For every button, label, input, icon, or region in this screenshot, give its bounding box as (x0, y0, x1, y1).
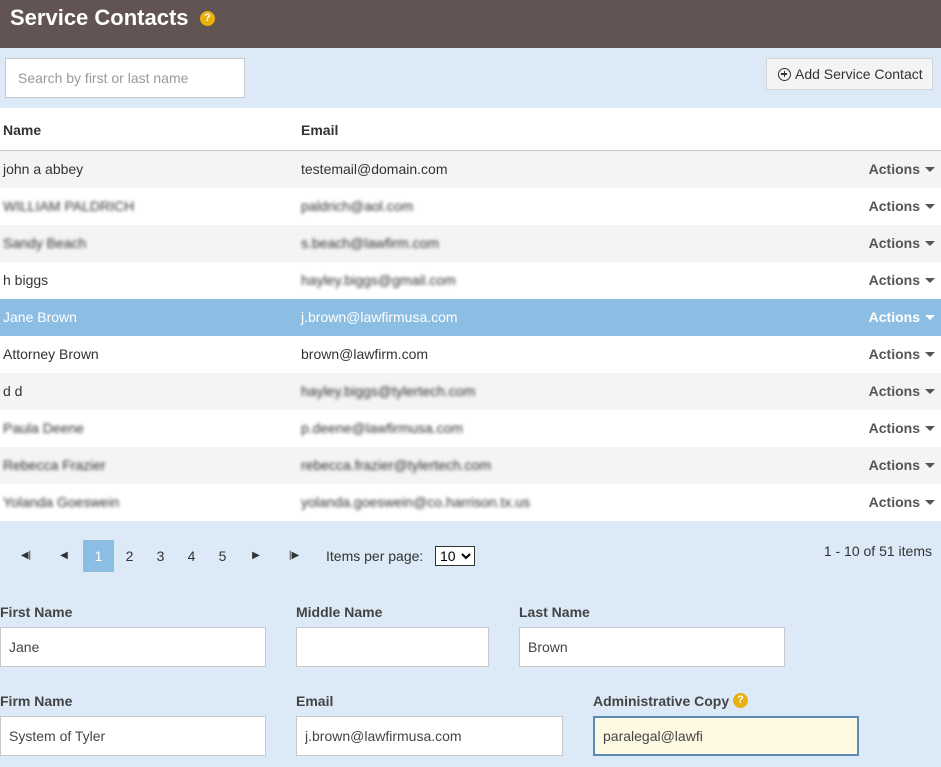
contacts-table: Name Email john a abbey testemail@domain… (0, 108, 941, 521)
actions-dropdown[interactable]: Actions (869, 457, 935, 473)
contact-email: j.brown@lawfirmusa.com (301, 309, 458, 325)
contact-email: p.deene@lawfirmusa.com (301, 420, 464, 436)
table-row[interactable]: Attorney Brown brown@lawfirm.com Actions (0, 336, 941, 373)
actions-dropdown[interactable]: Actions (869, 420, 935, 436)
firm-name-label: Firm Name (0, 693, 73, 709)
page-button-3[interactable]: 3 (145, 540, 176, 572)
contact-name: d d (3, 383, 23, 399)
actions-label: Actions (868, 383, 920, 399)
page-button-1[interactable]: 1 (83, 540, 114, 572)
actions-label: Actions (868, 272, 920, 288)
first-name-field[interactable] (0, 627, 266, 667)
help-icon[interactable]: ? (200, 11, 215, 26)
first-page-icon[interactable]: ◀​| (12, 540, 40, 572)
table-row[interactable]: Paula Deene p.deene@lawfirmusa.com Actio… (0, 410, 941, 447)
actions-label: Actions (868, 420, 920, 436)
table-row[interactable]: Sandy Beach s.beach@lawfirm.com Actions (0, 225, 941, 262)
actions-label: Actions (868, 457, 920, 473)
actions-dropdown[interactable]: Actions (869, 494, 935, 510)
administrative-copy-field[interactable] (593, 716, 859, 756)
contact-name: john a abbey (3, 161, 84, 177)
page-button-5[interactable]: 5 (207, 540, 238, 572)
contact-email: s.beach@lawfirm.com (301, 235, 439, 251)
table-row[interactable]: WILLIAM PALDRICH paldrich@aol.com Action… (0, 188, 941, 225)
contact-email: brown@lawfirm.com (301, 346, 429, 362)
contact-email: hayley.biggs@gmail.com (301, 272, 456, 288)
actions-label: Actions (868, 494, 920, 510)
table-row[interactable]: Yolanda Goeswein yolanda.goeswein@co.har… (0, 484, 941, 521)
table-body: john a abbey testemail@domain.com Action… (0, 151, 941, 521)
last-name-field[interactable] (519, 627, 785, 667)
last-name-label: Last Name (519, 604, 590, 620)
middle-name-field[interactable] (296, 627, 489, 667)
actions-label: Actions (868, 346, 920, 362)
contact-name: Jane Brown (3, 309, 77, 325)
caret-down-icon (925, 425, 935, 431)
contact-email: rebecca.frazier@tylertech.com (301, 457, 492, 473)
page-header: Service Contacts ? (0, 0, 941, 48)
page-button-2[interactable]: 2 (114, 540, 145, 572)
actions-dropdown[interactable]: Actions (869, 161, 935, 177)
items-per-page-label: Items per page: (326, 548, 424, 564)
contact-name: Attorney Brown (3, 346, 99, 362)
add-service-contact-label: Add Service Contact (795, 66, 923, 82)
caret-down-icon (925, 166, 935, 172)
actions-label: Actions (868, 161, 920, 177)
caret-down-icon (925, 240, 935, 246)
add-service-contact-button[interactable]: Add Service Contact (766, 58, 933, 90)
last-page-icon[interactable]: |​▶ (280, 540, 308, 572)
table-header: Name Email (0, 108, 941, 151)
contact-email: yolanda.goeswein@co.harrison.tx.us (301, 494, 531, 510)
caret-down-icon (925, 314, 935, 320)
middle-name-label: Middle Name (296, 604, 383, 620)
contact-name: Rebecca Frazier (3, 457, 106, 473)
actions-dropdown[interactable]: Actions (869, 346, 935, 362)
caret-down-icon (925, 277, 935, 283)
administrative-copy-label: Administrative Copy (593, 693, 730, 709)
contact-name: Sandy Beach (3, 235, 87, 251)
items-per-page-select[interactable]: 10 (435, 546, 475, 566)
contact-email: paldrich@aol.com (301, 198, 414, 214)
contact-name: Yolanda Goeswein (3, 494, 120, 510)
search-input[interactable] (5, 58, 245, 98)
table-row[interactable]: d d hayley.biggs@tylertech.com Actions (0, 373, 941, 410)
next-page-icon[interactable]: ▶ (242, 540, 270, 572)
actions-dropdown[interactable]: Actions (869, 198, 935, 214)
contact-name: Paula Deene (3, 420, 84, 436)
administrative-copy-help-icon[interactable]: ? (733, 693, 748, 708)
actions-label: Actions (868, 198, 920, 214)
column-header-name[interactable]: Name (3, 122, 41, 138)
page-button-4[interactable]: 4 (176, 540, 207, 572)
caret-down-icon (925, 388, 935, 394)
actions-label: Actions (868, 309, 920, 325)
actions-dropdown[interactable]: Actions (869, 235, 935, 251)
contact-email: testemail@domain.com (301, 161, 448, 177)
actions-dropdown[interactable]: Actions (869, 309, 935, 325)
table-row-selected[interactable]: Jane Brown j.brown@lawfirmusa.com Action… (0, 299, 941, 336)
caret-down-icon (925, 462, 935, 468)
caret-down-icon (925, 499, 935, 505)
page-title: Service Contacts (10, 5, 189, 30)
firm-name-field[interactable] (0, 716, 266, 756)
contact-name: WILLIAM PALDRICH (3, 198, 135, 214)
plus-circle-icon (778, 67, 791, 81)
column-header-email[interactable]: Email (301, 122, 338, 138)
contact-name: h biggs (3, 272, 49, 288)
actions-dropdown[interactable]: Actions (869, 383, 935, 399)
pagination-count: 1 - 10 of 51 items (823, 543, 932, 559)
actions-dropdown[interactable]: Actions (869, 272, 935, 288)
table-row[interactable]: john a abbey testemail@domain.com Action… (0, 151, 941, 188)
contact-email: hayley.biggs@tylertech.com (301, 383, 476, 399)
prev-page-icon[interactable]: ◀ (50, 540, 78, 572)
caret-down-icon (925, 351, 935, 357)
pagination: ◀​| ◀ 1 2 3 4 5 ▶ |​▶ Items per page: 10… (0, 540, 941, 572)
actions-label: Actions (868, 235, 920, 251)
table-row[interactable]: h biggs hayley.biggs@gmail.com Actions (0, 262, 941, 299)
first-name-label: First Name (0, 604, 73, 620)
table-row[interactable]: Rebecca Frazier rebecca.frazier@tylertec… (0, 447, 941, 484)
email-field[interactable] (296, 716, 563, 756)
email-label: Email (296, 693, 334, 709)
caret-down-icon (925, 203, 935, 209)
